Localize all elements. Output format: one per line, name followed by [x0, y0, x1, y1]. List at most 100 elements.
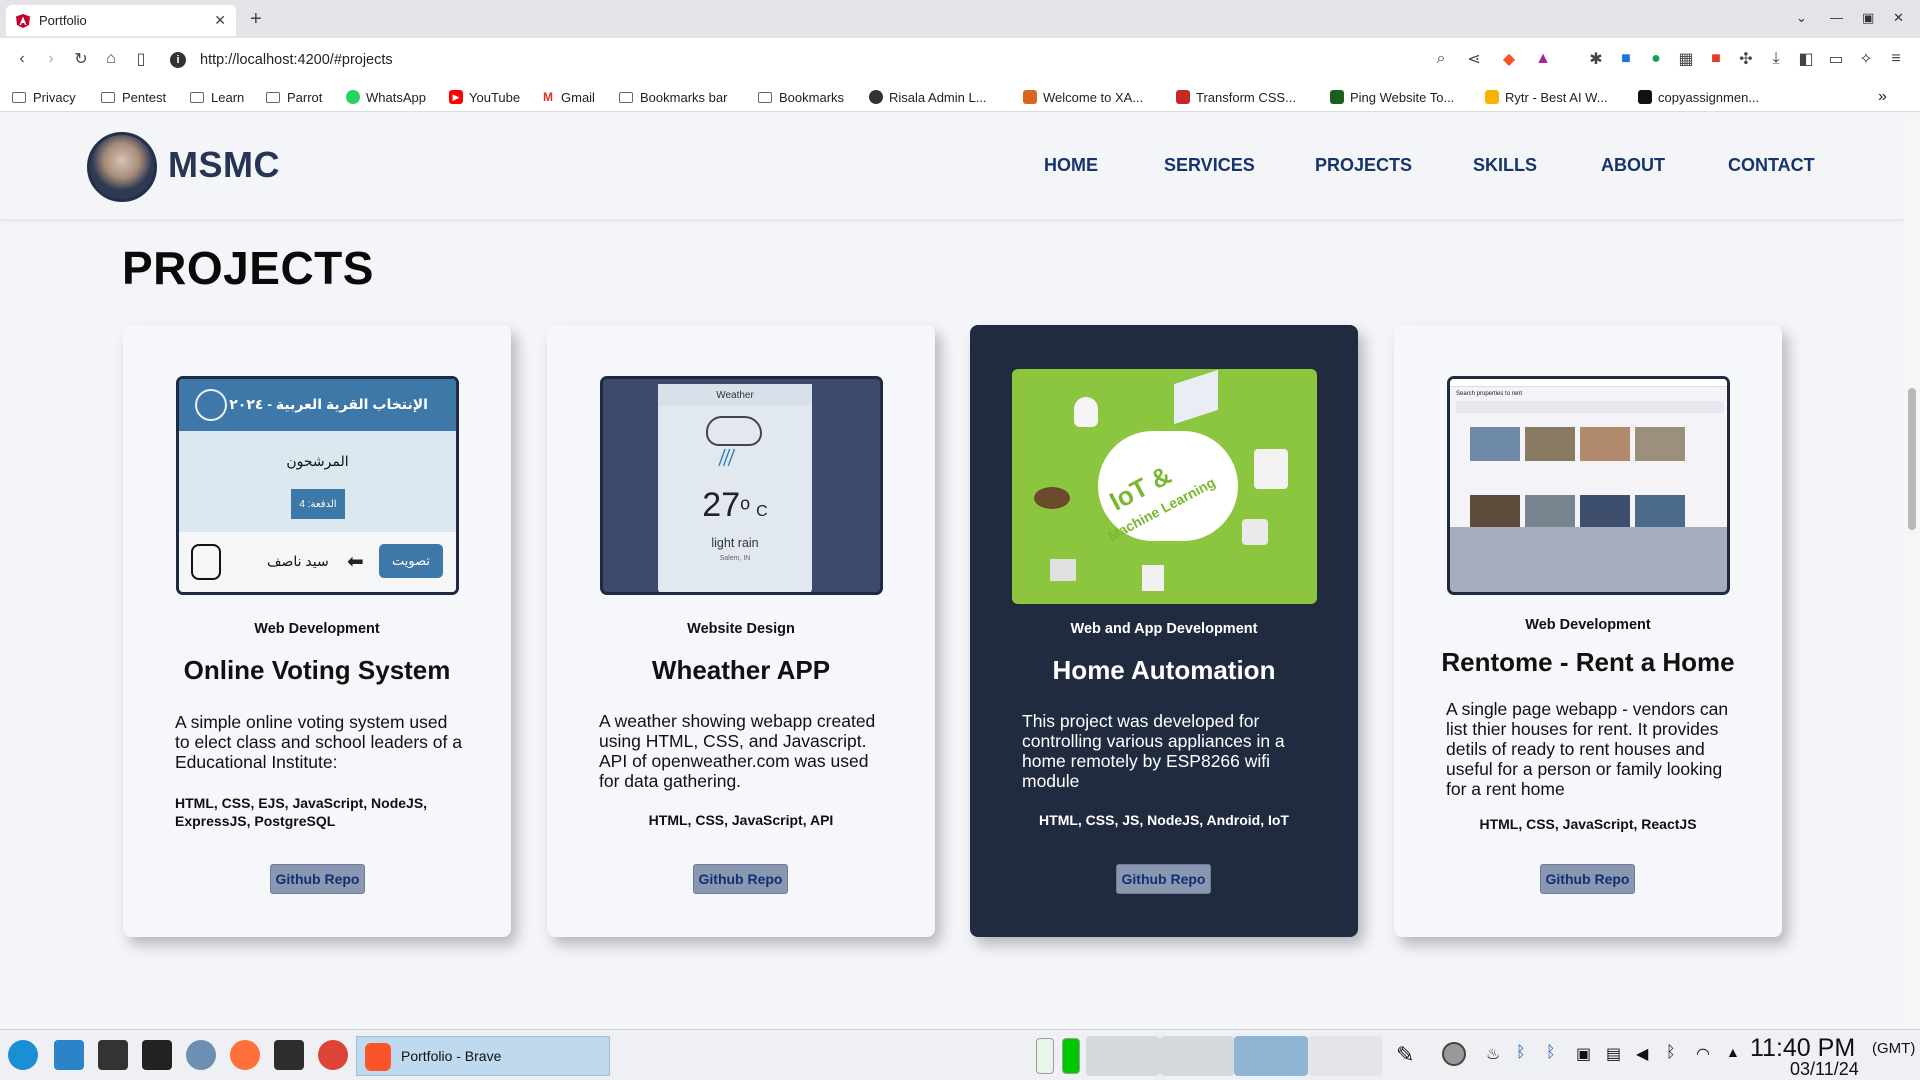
- extension-2-icon[interactable]: ▦: [1675, 48, 1697, 70]
- github-repo-button[interactable]: Github Repo: [693, 864, 788, 894]
- back-icon[interactable]: ‹: [11, 48, 33, 70]
- forward-icon[interactable]: ›: [40, 48, 62, 70]
- minimize-icon[interactable]: —: [1830, 10, 1843, 25]
- project-tech: HTML, CSS, JavaScript, API: [648, 812, 834, 828]
- bookmark-folder[interactable]: Bookmarks bar: [619, 88, 727, 106]
- bookmark-link[interactable]: Welcome to XA...: [1023, 88, 1143, 106]
- workspace-1[interactable]: [1086, 1036, 1160, 1076]
- grammarly-icon[interactable]: ●: [1645, 48, 1667, 70]
- project-card: Weather ||| 27o C light rain Salem, IN We…: [547, 325, 935, 937]
- bookmark-link[interactable]: Rytr - Best AI W...: [1485, 88, 1608, 106]
- copyassignment-icon: [1638, 90, 1652, 104]
- brave-rewards-icon[interactable]: ▲: [1532, 48, 1554, 70]
- workspace-4[interactable]: [1308, 1036, 1382, 1076]
- browser-toolbar: ‹ › ↻ ⌂ ▯ i http://localhost:4200/#proje…: [0, 38, 1920, 82]
- folder-icon: [12, 91, 26, 103]
- nav-contact[interactable]: CONTACT: [1728, 155, 1815, 176]
- bookmark-link[interactable]: Transform CSS...: [1176, 88, 1296, 106]
- maximize-icon[interactable]: ▣: [1862, 10, 1874, 26]
- bookmark-link[interactable]: M Gmail: [541, 88, 595, 106]
- network-icon[interactable]: ▣: [1576, 1044, 1591, 1064]
- clipboard-icon[interactable]: ▤: [1606, 1044, 1621, 1064]
- leo-ai-icon[interactable]: ✧: [1855, 48, 1877, 70]
- bookmark-icon[interactable]: ▯: [130, 48, 152, 70]
- weather-degree: o: [740, 493, 751, 514]
- firefox-icon[interactable]: [230, 1040, 260, 1070]
- notification-icon[interactable]: ♨: [1486, 1044, 1500, 1064]
- puzzle-icon[interactable]: ✣: [1735, 48, 1757, 70]
- nav-skills[interactable]: SKILLS: [1473, 155, 1537, 176]
- bookmark-folder[interactable]: Privacy: [12, 88, 76, 106]
- circle-icon[interactable]: [1442, 1042, 1466, 1066]
- home-icon[interactable]: ⌂: [100, 48, 122, 70]
- zoom-icon[interactable]: ⌕: [1430, 48, 1452, 70]
- project-thumbnail: الإنتخاب القرية العربية - ٢٠٢٤ المرشحون …: [176, 376, 459, 595]
- house-icon: [1174, 369, 1218, 425]
- nav-projects[interactable]: PROJECTS: [1315, 155, 1412, 176]
- bluetooth-icon[interactable]: ᛒ: [1516, 1044, 1526, 1062]
- browser-tab-bar: Portfolio ✕ + ⌄ — ▣ ✕: [0, 0, 1920, 38]
- bluetooth-3-icon[interactable]: ᛒ: [1666, 1044, 1676, 1062]
- project-tech: HTML, CSS, JavaScript, ReactJS: [1479, 816, 1697, 832]
- more-bookmarks-icon[interactable]: »: [1878, 88, 1887, 106]
- wifi-icon[interactable]: ◠: [1696, 1044, 1710, 1064]
- bookmark-link[interactable]: Risala Admin L...: [869, 88, 987, 106]
- settings-icon[interactable]: [274, 1040, 304, 1070]
- brand-logo[interactable]: MSMC: [168, 144, 280, 186]
- menu-icon[interactable]: ≡: [1885, 48, 1907, 70]
- bookmarks-bar: Privacy Pentest Learn Parrot WhatsApp ▶ Y…: [0, 82, 1920, 112]
- parrot-icon[interactable]: [186, 1040, 216, 1070]
- github-repo-button[interactable]: Github Repo: [1116, 864, 1211, 894]
- bookmark-link[interactable]: Ping Website To...: [1330, 88, 1454, 106]
- close-tab-icon[interactable]: ✕: [214, 12, 226, 29]
- nav-about[interactable]: ABOUT: [1601, 155, 1665, 176]
- scrollbar-thumb[interactable]: [1908, 388, 1916, 530]
- bookmark-link[interactable]: WhatsApp: [346, 88, 426, 106]
- github-repo-button[interactable]: Github Repo: [1540, 864, 1635, 894]
- avatar[interactable]: [87, 132, 157, 202]
- voting-subtitle: المرشحون: [286, 453, 349, 469]
- url-text: http://localhost:4200/#projects: [200, 52, 393, 68]
- extension-icon[interactable]: ✱: [1585, 48, 1607, 70]
- tab-portfolio[interactable]: Portfolio ✕: [6, 5, 236, 36]
- bookmark-link[interactable]: ▶ YouTube: [449, 88, 520, 106]
- extension-3-icon[interactable]: ■: [1705, 48, 1727, 70]
- github-repo-button[interactable]: Github Repo: [270, 864, 365, 894]
- sidebar-icon[interactable]: ◧: [1795, 48, 1817, 70]
- parrot-menu-icon[interactable]: [8, 1040, 38, 1070]
- share-icon[interactable]: ⋖: [1463, 48, 1485, 70]
- reload-icon[interactable]: ↻: [70, 48, 92, 70]
- site-info-icon[interactable]: i: [170, 52, 186, 68]
- tab-list-icon[interactable]: ⌄: [1796, 10, 1807, 26]
- volume-icon[interactable]: ◀: [1636, 1044, 1648, 1064]
- taskbar: Portfolio - Brave ✎ ♨ ᛒ ᛒ ▣ ▤ ◀ ᛒ ◠ ▲ 11…: [0, 1029, 1920, 1080]
- taskbar-task-brave[interactable]: Portfolio - Brave: [356, 1036, 610, 1076]
- address-bar[interactable]: i http://localhost:4200/#projects: [170, 46, 1430, 74]
- bookmark-folder[interactable]: Pentest: [101, 88, 166, 106]
- project-thumbnail: IoT & Machine Learning: [1012, 369, 1317, 604]
- pen-icon[interactable]: ✎: [1396, 1042, 1414, 1068]
- tray-expand-icon[interactable]: ▲: [1726, 1044, 1740, 1060]
- terminal-icon[interactable]: [98, 1040, 128, 1070]
- bookmark-folder[interactable]: Bookmarks: [758, 88, 844, 106]
- workspace-3[interactable]: [1234, 1036, 1308, 1076]
- bookmark-folder[interactable]: Learn: [190, 88, 244, 106]
- nav-services[interactable]: SERVICES: [1164, 155, 1255, 176]
- whatsapp-icon: [346, 90, 360, 104]
- bookmark-folder[interactable]: Parrot: [266, 88, 322, 106]
- page-scrollbar[interactable]: [1904, 113, 1920, 1029]
- download-icon[interactable]: ⤓: [1765, 48, 1787, 70]
- bookmark-link[interactable]: copyassignmen...: [1638, 88, 1759, 106]
- chrome-icon[interactable]: [318, 1040, 348, 1070]
- new-tab-icon[interactable]: +: [250, 8, 262, 31]
- wallet-icon[interactable]: ▭: [1825, 48, 1847, 70]
- bluetooth-2-icon[interactable]: ᛒ: [1546, 1044, 1556, 1062]
- nav-home[interactable]: HOME: [1044, 155, 1098, 176]
- workspace-2[interactable]: [1160, 1036, 1234, 1076]
- project-card: IoT & Machine Learning Web and App Devel…: [970, 325, 1358, 937]
- brave-shields-icon[interactable]: ◆: [1498, 48, 1520, 70]
- close-window-icon[interactable]: ✕: [1893, 10, 1904, 26]
- text-editor-icon[interactable]: [142, 1040, 172, 1070]
- translate-icon[interactable]: ■: [1615, 48, 1637, 70]
- file-manager-icon[interactable]: [54, 1040, 84, 1070]
